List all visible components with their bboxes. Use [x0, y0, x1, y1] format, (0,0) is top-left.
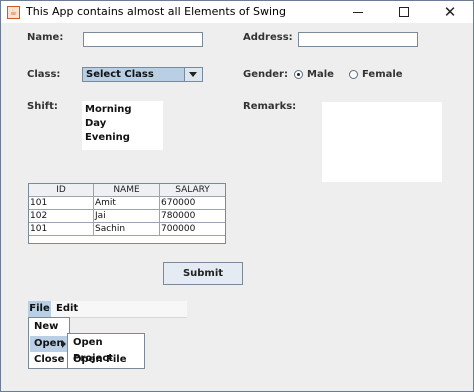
menu-item-open-label: Open: [34, 338, 64, 349]
class-selected-value: Select Class: [83, 68, 184, 81]
radio-male-label[interactable]: Male: [307, 69, 334, 80]
menu-item-open-file[interactable]: Open File: [69, 352, 143, 368]
chevron-down-icon: [189, 72, 197, 77]
submit-button[interactable]: Submit: [163, 262, 243, 285]
shift-label: Shift:: [27, 101, 58, 112]
column-header-salary[interactable]: SALARY: [160, 184, 225, 197]
list-item[interactable]: Day: [85, 118, 106, 129]
menu-edit[interactable]: Edit: [56, 301, 82, 317]
file-menu-popup: New Open Close: [28, 317, 70, 369]
window-title: This App contains almost all Elements of…: [26, 5, 287, 18]
close-button[interactable]: ✕: [427, 1, 473, 23]
chevron-right-icon: [62, 340, 66, 348]
radio-male[interactable]: [294, 70, 303, 79]
table-cell[interactable]: 780000: [160, 210, 225, 223]
radio-selected-dot: [297, 73, 300, 76]
class-combobox[interactable]: Select Class: [82, 67, 203, 82]
table-cell[interactable]: 101: [29, 197, 94, 210]
app-window: ☕ This App contains almost all Elements …: [0, 0, 474, 392]
column-header-name[interactable]: NAME: [94, 184, 160, 197]
remarks-label: Remarks:: [243, 101, 297, 112]
menu-item-open-project[interactable]: Open Project: [69, 335, 143, 364]
title-bar[interactable]: ☕ This App contains almost all Elements …: [1, 1, 473, 23]
menu-file[interactable]: File: [28, 301, 51, 317]
menu-bar: File Edit: [28, 301, 187, 318]
name-label: Name:: [27, 32, 64, 43]
radio-female[interactable]: [349, 70, 358, 79]
minimize-button[interactable]: [335, 1, 381, 23]
maximize-icon: [399, 7, 409, 17]
table-cell[interactable]: Jai: [94, 210, 160, 223]
menu-item-new[interactable]: New: [30, 319, 68, 335]
minimize-icon: [353, 12, 363, 13]
combo-dropdown-button[interactable]: [184, 68, 202, 81]
list-item[interactable]: Morning: [85, 104, 132, 115]
menu-item-open[interactable]: Open: [30, 336, 68, 352]
table-cell[interactable]: Amit: [94, 197, 160, 210]
menu-item-close[interactable]: Close: [30, 352, 68, 368]
table-cell[interactable]: 670000: [160, 197, 225, 210]
gender-label: Gender:: [243, 69, 288, 80]
java-cup-icon: ☕: [7, 6, 20, 19]
radio-female-label[interactable]: Female: [362, 69, 403, 80]
column-header-id[interactable]: ID: [29, 184, 94, 197]
table-cell[interactable]: 700000: [160, 223, 225, 236]
close-icon: ✕: [443, 3, 457, 21]
address-label: Address:: [243, 32, 293, 43]
name-field[interactable]: [83, 32, 203, 47]
address-field[interactable]: [298, 32, 418, 47]
list-item[interactable]: Evening: [85, 132, 130, 143]
table-cell[interactable]: 102: [29, 210, 94, 223]
employee-table[interactable]: ID NAME SALARY 101 Amit 670000 102 Jai 7…: [28, 183, 226, 244]
shift-list[interactable]: Morning Day Evening: [82, 101, 163, 150]
open-submenu-popup: Open Project Open File: [67, 333, 145, 369]
table-cell[interactable]: Sachin: [94, 223, 160, 236]
remarks-textarea[interactable]: [322, 102, 442, 182]
maximize-button[interactable]: [381, 1, 427, 23]
table-cell[interactable]: 101: [29, 223, 94, 236]
class-label: Class:: [27, 69, 61, 80]
